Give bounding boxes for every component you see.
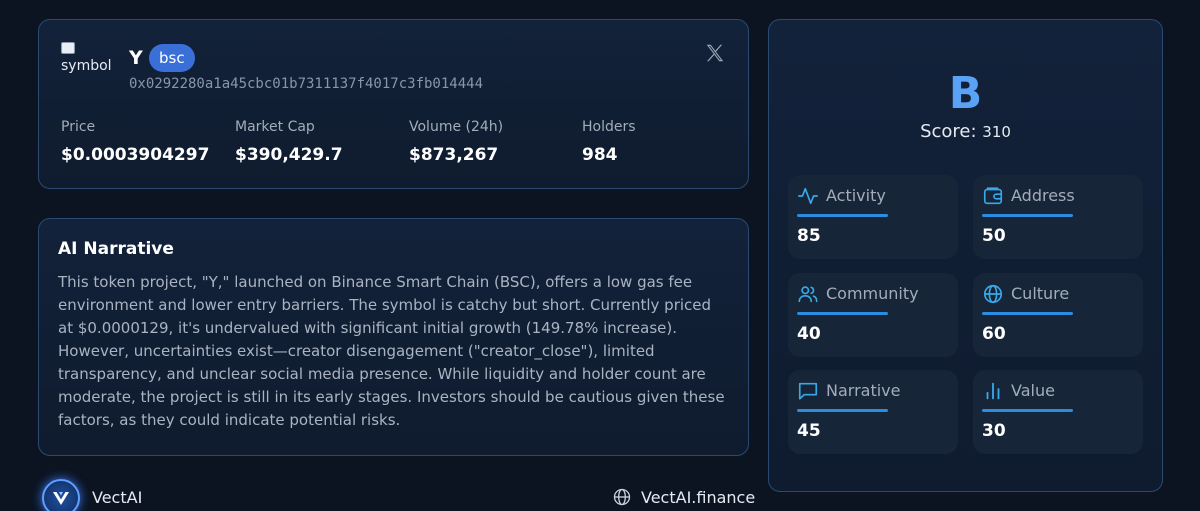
brand-name: VectAI [92,488,143,507]
globe-icon [613,488,631,506]
metric-culture: Culture 60 [973,273,1143,357]
stat-market-cap-value: $390,429.7 [235,145,343,165]
metric-address: Address 50 [973,175,1143,259]
metric-bar [982,214,1073,217]
token-address: 0x0292280a1a45cbc01b7311137f4017c3fb0144… [129,76,484,92]
bar-chart-icon [986,382,1000,400]
stat-price: Price $0.0003904297 [61,119,209,165]
metric-bar [797,409,888,412]
token-symbol-image: symbol [61,42,117,82]
metric-value: 85 [797,226,821,246]
stat-price-label: Price [61,119,96,135]
stat-volume-value: $873,267 [409,145,499,165]
score-line: Score: 310 [769,121,1162,142]
token-card: symbol Y bsc 0x0292280a1a45cbc01b7311137… [38,19,749,189]
stat-volume-label: Volume (24h) [409,119,504,135]
stat-market-cap: Market Cap $390,429.7 [235,119,343,165]
message-icon [798,382,818,400]
metric-narrative: Narrative 45 [788,370,958,454]
stat-market-cap-label: Market Cap [235,119,315,135]
metric-value-card: Value 30 [973,370,1143,454]
metric-label: Activity [826,186,886,205]
narrative-card: AI Narrative This token project, "Y," la… [38,218,749,456]
metric-value: 45 [797,421,821,441]
token-name: Y [129,47,143,69]
site-link[interactable]: VectAI.finance [641,488,755,507]
metric-label: Narrative [826,381,901,400]
metric-value: 40 [797,324,821,344]
narrative-text: This token project, "Y," launched on Bin… [58,273,725,429]
metric-bar [982,312,1073,315]
metric-activity: Activity 85 [788,175,958,259]
stat-volume: Volume (24h) $873,267 [409,119,503,165]
metric-value: 60 [982,324,1006,344]
metric-bar [797,214,888,217]
metric-label: Community [826,284,919,303]
metric-label: Value [1011,381,1055,400]
vectai-logo-icon [42,479,80,511]
activity-icon [798,187,818,205]
metric-bar [797,312,888,315]
stat-holders-value: 984 [582,145,618,165]
metric-community: Community 40 [788,273,958,357]
metric-bar [982,409,1073,412]
globe-icon [983,284,1003,304]
score-value: 310 [982,123,1011,141]
metric-label: Address [1011,186,1075,205]
metric-value: 50 [982,226,1006,246]
users-icon [798,286,818,303]
score-grade: B [948,68,983,119]
x-twitter-icon[interactable] [704,42,726,64]
wallet-icon [983,187,1003,205]
metric-label: Culture [1011,284,1070,303]
chain-badge: bsc [149,44,195,72]
stat-holders-label: Holders [582,119,636,135]
stat-price-value: $0.0003904297 [61,145,210,165]
token-symbol-alt: symbol [61,58,112,74]
metric-value: 30 [982,421,1006,441]
score-card: B Score: 310 Activity 85 Address 50 Comm… [768,19,1163,492]
stat-holders: Holders 984 [582,119,636,165]
narrative-title: AI Narrative [58,239,174,259]
score-label: Score: [920,121,977,142]
broken-image-icon [61,42,75,54]
